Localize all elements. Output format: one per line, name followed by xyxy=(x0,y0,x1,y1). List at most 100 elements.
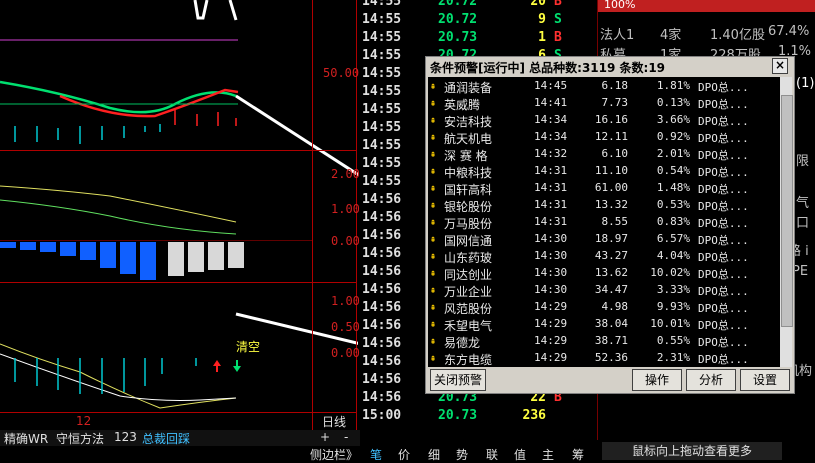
tick-time: 14:56 xyxy=(362,372,402,387)
alert-row[interactable]: ⇞ 东方电缆 14:29 52.36 2.31% DPO总... xyxy=(428,351,780,367)
tab-jingque-wr[interactable]: 精确WR xyxy=(4,430,48,447)
tick-time: 14:56 xyxy=(362,264,402,279)
alert-row[interactable]: ⇞ 中粮科技 14:31 11.10 0.54% DPO总... xyxy=(428,164,780,181)
alert-stock-name: 中粮科技 xyxy=(444,166,493,180)
tab-xi[interactable]: 细 xyxy=(428,446,440,463)
alert-time: 14:30 xyxy=(534,249,568,262)
up-arrow-icon: ⇞ xyxy=(430,234,437,245)
x-axis-label: 12 xyxy=(76,414,92,428)
alert-stock-name: 万业企业 xyxy=(444,285,493,299)
alert-row[interactable]: ⇞ 国网信通 14:30 18.97 6.57% DPO总... xyxy=(428,232,780,249)
alert-price: 6.18 xyxy=(601,79,629,92)
alert-change-pct: 0.13% xyxy=(656,96,690,109)
tab-bi[interactable]: 笔 xyxy=(370,446,382,463)
tick-direction: B xyxy=(554,30,562,45)
tick-row: 14:55 20.72 9 S xyxy=(356,12,598,30)
up-arrow-icon: ⇞ xyxy=(430,166,437,177)
tab-lian[interactable]: 联 xyxy=(486,446,498,463)
scrollbar-thumb[interactable] xyxy=(781,95,793,327)
alert-stock-name: 银轮股份 xyxy=(444,200,493,214)
alert-type: DPO总... xyxy=(698,149,749,162)
alert-row[interactable]: ⇞ 易德龙 14:29 38.71 0.55% DPO总... xyxy=(428,334,780,351)
alert-row[interactable]: ⇞ 深 赛 格 14:32 6.10 2.01% DPO总... xyxy=(428,147,780,164)
tab-zhu[interactable]: 主 xyxy=(542,446,554,463)
period-label[interactable]: 日线 xyxy=(322,413,346,430)
alert-time: 14:45 xyxy=(534,79,568,92)
alert-row[interactable]: ⇞ 万业企业 14:30 34.47 3.33% DPO总... xyxy=(428,283,780,300)
up-arrow-icon: ⇞ xyxy=(430,183,437,194)
up-arrow-icon: ⇞ xyxy=(430,302,437,313)
tab-zhi[interactable]: 值 xyxy=(514,446,526,463)
alert-row[interactable]: ⇞ 银轮股份 14:31 13.32 0.53% DPO总... xyxy=(428,198,780,215)
dialog-title-bar[interactable]: 条件预警[运行中] 总品种数:3119 条数:19 × xyxy=(426,57,794,75)
tick-time: 14:56 xyxy=(362,390,402,405)
alert-row[interactable]: ⇞ 万马股份 14:31 8.55 0.83% DPO总... xyxy=(428,215,780,232)
indicator-chart-svg xyxy=(0,0,358,409)
tick-time: 14:55 xyxy=(362,30,402,45)
alert-change-pct: 6.57% xyxy=(656,232,690,245)
tick-volume: 9 xyxy=(538,12,546,27)
close-alert-button[interactable]: 关闭预警 xyxy=(430,369,486,391)
alert-stock-name: 深 赛 格 xyxy=(444,149,488,163)
tick-time: 15:00 xyxy=(362,408,402,423)
tab-sidebar[interactable]: 侧边栏》 xyxy=(310,446,358,463)
alert-stock-name: 航天机电 xyxy=(444,132,493,146)
tick-direction: S xyxy=(554,12,562,27)
alert-row[interactable]: ⇞ 英威腾 14:41 7.73 0.13% DPO总... xyxy=(428,96,780,113)
alert-row[interactable]: ⇞ 通润装备 14:45 6.18 1.81% DPO总... xyxy=(428,79,780,96)
alert-row[interactable]: ⇞ 山东药玻 14:30 43.27 4.04% DPO总... xyxy=(428,249,780,266)
tick-row: 14:55 20.73 1 B xyxy=(356,30,598,48)
alert-stock-name: 安洁科技 xyxy=(444,115,493,129)
tab-shi[interactable]: 势 xyxy=(456,446,468,463)
tab-zongcai[interactable]: 总裁回踩 xyxy=(142,430,190,447)
analyze-button[interactable]: 分析 xyxy=(686,369,736,391)
tick-volume: 236 xyxy=(522,408,546,423)
tick-time: 14:56 xyxy=(362,336,402,351)
alert-row[interactable]: ⇞ 同达创业 14:30 13.62 10.02% DPO总... xyxy=(428,266,780,283)
holder-shares: 1.40亿股 xyxy=(710,28,765,43)
alert-list-scrollbar[interactable] xyxy=(780,77,793,367)
alert-change-pct: 3.33% xyxy=(656,283,690,296)
alert-stock-name: 万马股份 xyxy=(444,217,493,231)
alert-row[interactable]: ⇞ 风范股份 14:29 4.98 9.93% DPO总... xyxy=(428,300,780,317)
alert-time: 14:31 xyxy=(534,198,568,211)
alert-stock-name: 山东药玻 xyxy=(444,251,493,265)
alert-time: 14:29 xyxy=(534,351,568,364)
zoom-out-button[interactable]: - xyxy=(344,430,348,444)
close-icon[interactable]: × xyxy=(772,58,788,74)
alert-row[interactable]: ⇞ 安洁科技 14:34 16.16 3.66% DPO总... xyxy=(428,113,780,130)
indicator-chart-area[interactable]: 50.00 2.00 1.00 0.00 1.00 0.50 0.00 清空 1… xyxy=(0,0,360,440)
alert-row[interactable]: ⇞ 航天机电 14:34 12.11 0.92% DPO总... xyxy=(428,130,780,147)
settings-button[interactable]: 设置 xyxy=(740,369,790,391)
operate-button[interactable]: 操作 xyxy=(632,369,682,391)
tick-time: 14:55 xyxy=(362,48,402,63)
tab-jia[interactable]: 价 xyxy=(398,446,410,463)
alert-row[interactable]: ⇞ 禾望电气 14:29 38.04 10.01% DPO总... xyxy=(428,317,780,334)
alert-list[interactable]: ⇞ 通润装备 14:45 6.18 1.81% DPO总... ⇞ 英威腾 14:41 7.73 0… xyxy=(428,77,780,367)
scroll-hint[interactable]: 鼠标向上拖动查看更多 xyxy=(602,442,782,460)
condition-alert-dialog[interactable]: 条件预警[运行中] 总品种数:3119 条数:19 × ⇞ 通润装备 14:45 6.… xyxy=(425,56,795,394)
tab-shouheng[interactable]: 守恒方法 xyxy=(56,430,104,447)
clear-label[interactable]: 清空 xyxy=(236,338,260,355)
alert-stock-name: 同达创业 xyxy=(444,268,493,282)
zoom-in-button[interactable]: + xyxy=(320,430,330,444)
alert-stock-name: 国轩高科 xyxy=(444,183,493,197)
alert-price: 13.62 xyxy=(594,266,628,279)
tick-time: 14:55 xyxy=(362,138,402,153)
alert-change-pct: 10.02% xyxy=(650,266,690,279)
alert-type: DPO总... xyxy=(698,81,749,94)
alert-price: 34.47 xyxy=(594,283,628,296)
alert-stock-name: 禾望电气 xyxy=(444,319,493,333)
alert-type: DPO总... xyxy=(698,268,749,281)
alert-price: 43.27 xyxy=(594,249,628,262)
tab-123[interactable]: 123 xyxy=(114,430,137,444)
tick-time: 14:56 xyxy=(362,210,402,225)
alert-type: DPO总... xyxy=(698,353,749,366)
tab-chou[interactable]: 筹 xyxy=(572,446,584,463)
alert-row[interactable]: ⇞ 国轩高科 14:31 61.00 1.48% DPO总... xyxy=(428,181,780,198)
alert-change-pct: 0.53% xyxy=(656,198,690,211)
alert-time: 14:34 xyxy=(534,113,568,126)
alert-type: DPO总... xyxy=(698,251,749,264)
tick-direction: B xyxy=(554,0,562,9)
top-pct-label: 100% xyxy=(604,0,636,11)
